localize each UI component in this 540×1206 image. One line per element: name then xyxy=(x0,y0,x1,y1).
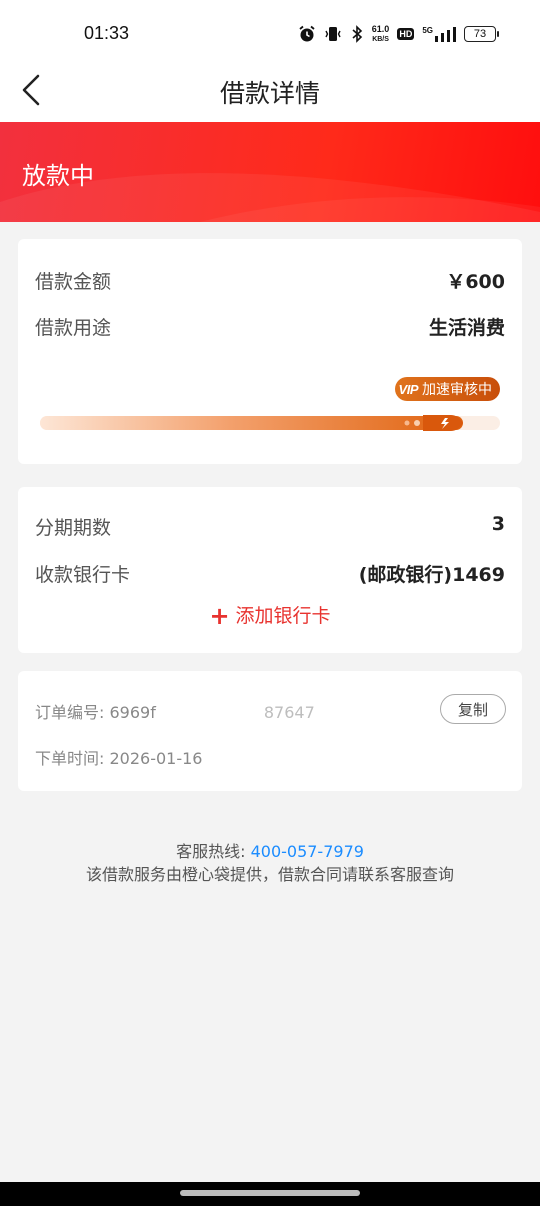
order-info-card: 订单编号: 6969f 87647 复制 下单时间: 2026-01-16 xyxy=(18,671,522,791)
nav-bar: 借款详情 xyxy=(0,66,540,122)
page-title: 借款详情 xyxy=(219,79,320,108)
plus-icon: + xyxy=(209,602,230,630)
home-indicator[interactable] xyxy=(180,1190,360,1196)
bank-card-value: (邮政银行)1469 xyxy=(358,564,505,586)
gesture-navigation-bar xyxy=(0,1182,540,1206)
service-notice: 该借款服务由橙心袋提供，借款合同请联系客服查询 xyxy=(85,865,454,884)
rocket-icon xyxy=(404,415,463,431)
alarm-icon xyxy=(298,25,316,43)
order-time-label: 下单时间: xyxy=(35,749,105,768)
status-time: 01:33 xyxy=(84,23,130,43)
order-number-suffix: 87647 xyxy=(263,703,315,722)
vip-accelerate-badge: VIP 加速审核中 xyxy=(394,377,500,401)
loan-status-label: 放款中 xyxy=(22,162,94,190)
status-icons: 61.0 KB/S HD 5G 73 xyxy=(298,22,499,46)
amount-label: 借款金额 xyxy=(35,271,112,293)
status-bar: 01:33 61.0 KB/S HD 5G 73 xyxy=(0,0,540,66)
order-number-redaction xyxy=(155,706,264,721)
hd-badge: HD xyxy=(397,28,415,40)
loan-info-card: 借款金额 ￥600 借款用途 生活消费 VIP 加速审核中 xyxy=(18,239,522,464)
bluetooth-icon xyxy=(350,25,364,43)
vip-badge-text: 加速审核中 xyxy=(422,382,492,398)
installment-card: 分期期数 3 收款银行卡 (邮政银行)1469 + 添加银行卡 xyxy=(18,487,522,653)
amount-value: ￥600 xyxy=(446,271,505,293)
signal-icon: 5G xyxy=(422,26,456,42)
add-bank-card-button[interactable]: + 添加银行卡 xyxy=(18,601,522,630)
copy-order-button[interactable]: 复制 xyxy=(440,694,506,724)
battery-indicator: 73 xyxy=(464,26,499,42)
bank-card-label: 收款银行卡 xyxy=(35,564,131,586)
order-number-label: 订单编号: xyxy=(35,703,105,722)
periods-label: 分期期数 xyxy=(35,517,112,539)
net-speed: 61.0 KB/S xyxy=(371,23,390,43)
hotline-label: 客服热线: xyxy=(176,842,246,861)
order-number: 订单编号: 6969f 87647 xyxy=(35,699,315,723)
network-type: 5G xyxy=(422,26,433,35)
purpose-value: 生活消费 xyxy=(428,317,505,339)
order-time: 下单时间: 2026-01-16 xyxy=(35,745,202,769)
order-number-prefix: 6969f xyxy=(109,703,156,722)
hotline-number-link[interactable]: 400-057-7979 xyxy=(251,842,364,861)
order-time-value: 2026-01-16 xyxy=(109,749,203,768)
vip-mark: VIP xyxy=(398,381,419,397)
hotline-line: 客服热线: 400-057-7979 xyxy=(0,838,540,862)
periods-value: 3 xyxy=(491,513,505,535)
status-banner: 放款中 xyxy=(0,122,540,222)
review-progress-fill xyxy=(40,416,463,430)
purpose-label: 借款用途 xyxy=(35,317,112,339)
add-bank-card-label: 添加银行卡 xyxy=(235,605,331,627)
vibrate-icon xyxy=(324,25,342,43)
